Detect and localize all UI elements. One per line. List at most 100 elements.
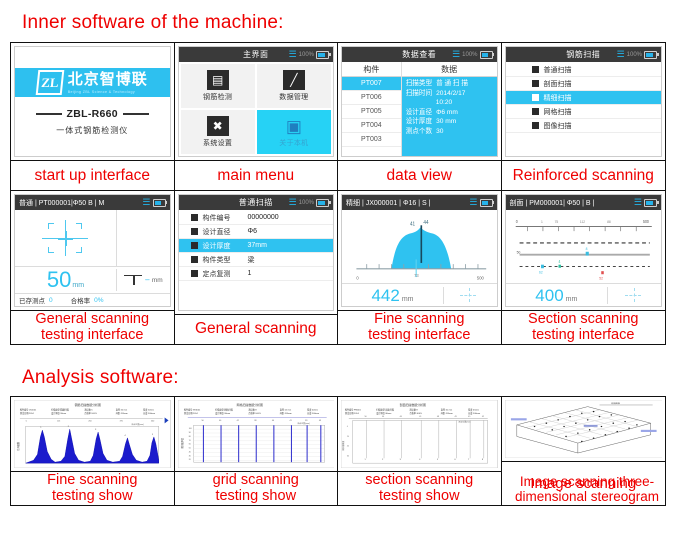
tile-data-management[interactable]: ╱ 数据管理	[256, 64, 331, 109]
panel-section-scanning-show: 剖面扫描数据分析图 构件编号:PM001 扫描类型:剖面扫描 测点数:8 直径:10…	[338, 397, 502, 505]
model-name: ZBL-R660	[66, 107, 118, 120]
detail-column: 数据 扫描类型 普 通 扫 描 扫描时间 2014/2/17 10:20 设计直…	[401, 62, 497, 157]
param-row[interactable]: 构件类型 梁	[178, 253, 333, 268]
logo-chinese-text: 北京智博联	[67, 70, 148, 88]
heading-inner-software: Inner software of the machine:	[22, 12, 284, 33]
table-row[interactable]: PT007	[342, 77, 401, 91]
param-value: 梁	[247, 256, 255, 264]
param-label: 构件类型	[202, 256, 231, 264]
table-row[interactable]: PT005	[342, 105, 401, 119]
svg-text:500: 500	[151, 420, 154, 422]
screen-wrap: 数据查看 ☰ 100% 构件 PT007 PT006 PT005 PT004 P	[338, 43, 501, 160]
section-reading-bar: 400 mm	[505, 283, 661, 306]
tile-about-device[interactable]: ▣ 关于本机	[256, 110, 331, 155]
svg-text:45: 45	[468, 416, 470, 418]
tile-system-settings[interactable]: ✖ 系统设置	[180, 110, 255, 155]
square-bullet-icon	[190, 242, 198, 250]
svg-text:0: 0	[26, 420, 27, 422]
panel-grid-scanning-show: 网格扫描数据分析图 构件编号:WG001 扫描类型:网格扫描 测点数:8 直径:12…	[174, 397, 338, 505]
panel-section-scanning-testing: 剖面 | PM000001| Φ50 | B | ☰ 0 1 75 112 88…	[501, 191, 666, 344]
param-row[interactable]: 构件编号 00000000	[178, 211, 333, 226]
detail-row: 设计厚度 30 mm	[406, 117, 493, 127]
logo-text-block: 北京智博联 Beijing ZBL Science & Technology	[68, 71, 148, 94]
svg-text:88: 88	[607, 220, 611, 224]
detail-key: 设计直径	[405, 108, 433, 116]
svg-text:4: 4	[558, 259, 561, 264]
table-row[interactable]: PT003	[342, 133, 401, 147]
square-bullet-icon	[190, 270, 198, 278]
param-label: 定点复测	[202, 270, 231, 278]
status-bar: 普通 | PT000001|Φ50 B | M ☰	[15, 195, 170, 211]
component-column: 构件 PT007 PT006 PT005 PT004 PT003	[342, 62, 402, 157]
status-bar: 剖面 | PM000001| Φ50 | B | ☰	[505, 195, 661, 211]
param-row[interactable]: 设计直径 Φ6	[178, 225, 333, 240]
svg-text:50: 50	[188, 448, 190, 450]
panel-main-menu: 主界面 ☰ 100% ▤ 钢筋检测 ╱ 数据管理 ✖ 系统设置 ▣ 关于本机 m…	[174, 43, 338, 192]
primary-reading: 400 mm	[506, 285, 609, 305]
list-item-selected[interactable]: 精细扫描	[505, 91, 661, 105]
screen-title: 普通 | PT000001|Φ50 B | M	[19, 199, 105, 207]
caption-line-1: Section scanning	[528, 311, 639, 328]
svg-text:125: 125	[57, 420, 60, 422]
reading-value: 50	[46, 267, 72, 292]
svg-text:112: 112	[579, 220, 584, 224]
svg-text:42: 42	[482, 416, 484, 418]
depth-unit: mm	[151, 276, 163, 284]
list-item[interactable]: 剖面扫描	[505, 77, 661, 91]
status-right: ☰ 100%	[289, 50, 331, 59]
caption-line-2: testing show	[378, 487, 460, 504]
tile-rebar-detection[interactable]: ▤ 钢筋检测	[180, 64, 255, 109]
bluetooth-icon: ☰	[469, 197, 478, 208]
detail-row: 扫描类型 普 通 扫 描	[406, 79, 493, 89]
svg-text:75: 75	[554, 220, 558, 224]
detail-row: 设计直径 Φ6 mm	[406, 108, 493, 118]
detail-row: 测点个数 30	[406, 127, 493, 137]
param-row[interactable]: 定点复测 1	[178, 267, 333, 282]
stats-bar: 已存测点 0 合格率 0%	[15, 294, 170, 306]
detail-key: 测点个数	[405, 127, 433, 135]
table-row[interactable]: PT004	[342, 119, 401, 133]
status-right: ☰	[634, 198, 659, 207]
general-test-body: 50 mm --- mm 已存测点 0 合格率 0%	[15, 210, 170, 306]
analysis-chart-stereogram: 网格图像	[504, 400, 662, 458]
param-value: 37mm	[247, 242, 267, 250]
scan-visual-area	[15, 210, 170, 267]
list-item[interactable]: 网格扫描	[505, 105, 661, 119]
svg-text:50: 50	[201, 420, 203, 422]
peaks-chart-svg: 钢筋扫描数据分析图 构件编号:JX0001 扫描类型:精细扫描 测点数:5 直径:1…	[14, 400, 171, 468]
svg-text:2: 2	[382, 459, 383, 461]
tile-label: 系统设置	[203, 140, 233, 148]
crosshair-icon	[42, 220, 89, 257]
caption-extra-line-2: dimensional stereogram	[514, 489, 660, 505]
caption-main-menu: main menu	[174, 160, 337, 190]
device-screen-startup: ZL 北京智博联 Beijing ZBL Science & Technolog…	[14, 46, 171, 158]
svg-text:62: 62	[539, 270, 543, 274]
device-screen-fine-test: 精细 | JX000001 | Φ16 | S | ☰ 41 44 0 73 5…	[341, 194, 498, 307]
table-row[interactable]: PT006	[342, 91, 401, 105]
battery-percent: 100%	[626, 51, 642, 58]
svg-text:39: 39	[305, 420, 307, 422]
list-item[interactable]: 普通扫描	[505, 63, 661, 77]
param-row-selected[interactable]: 设计厚度 37mm	[178, 239, 333, 254]
svg-text:70: 70	[188, 440, 190, 442]
svg-text:30: 30	[188, 455, 190, 457]
status-bar: 主界面 ☰ 100%	[178, 47, 333, 62]
detail-value: 30	[436, 127, 444, 135]
primary-reading: 442 mm	[342, 286, 444, 304]
tools-icon: ✖	[206, 116, 229, 137]
section-scan-svg: 0 1 75 112 88 500 8 50 62 4 52	[515, 219, 652, 281]
caption-line-1: Fine scanning	[47, 472, 138, 489]
battery-icon	[479, 50, 494, 59]
logo-english-text: Beijing ZBL Science & Technology	[67, 89, 136, 94]
square-bullet-icon	[190, 214, 198, 222]
reading-value: 400	[535, 285, 564, 305]
battery-icon	[644, 198, 659, 207]
detail-key: 设计厚度	[405, 118, 433, 126]
data-view-body: 构件 PT007 PT006 PT005 PT004 PT003 数据 扫描类型…	[342, 62, 497, 157]
param-list: 构件编号 00000000 设计直径 Φ6 设计厚度 37mm 构件类型 梁 定…	[178, 210, 333, 310]
screen-wrap: ZL 北京智博联 Beijing ZBL Science & Technolog…	[11, 43, 174, 160]
caption-grid-scanning-show: grid scanning testing show	[174, 471, 337, 505]
screen-wrap: 剖面 | PM000001| Φ50 | B | ☰ 0 1 75 112 88…	[502, 191, 666, 310]
list-item[interactable]: 图像扫描	[505, 119, 661, 133]
svg-text:100: 100	[188, 428, 191, 430]
